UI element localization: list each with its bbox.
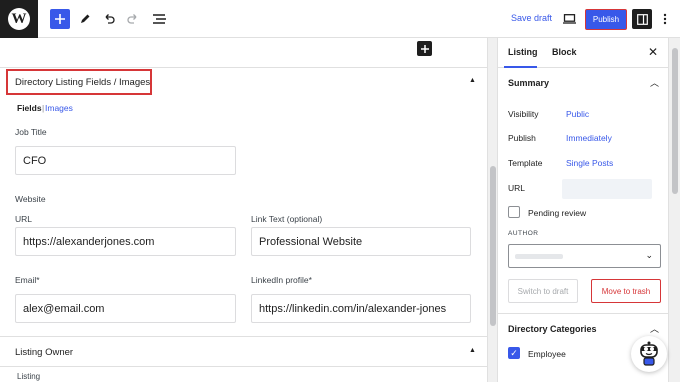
template-value[interactable]: Single Posts — [566, 158, 613, 168]
tab-separator: | — [42, 103, 45, 113]
preview-button[interactable] — [561, 9, 577, 29]
job-title-label: Job Title — [15, 127, 47, 137]
sidebar-scrollbar[interactable] — [668, 38, 680, 382]
directory-categories-title[interactable]: Directory Categories — [508, 324, 597, 334]
tab-block[interactable]: Block — [552, 47, 577, 57]
job-title-input[interactable]: CFO — [15, 146, 236, 175]
settings-sidebar: Listing Block ✕ Summary ︿ Visibility Pub… — [497, 38, 669, 382]
undo-button[interactable] — [101, 9, 117, 29]
add-block-button[interactable] — [417, 41, 432, 56]
tab-listing[interactable]: Listing — [508, 47, 538, 57]
listing-label: Listing — [17, 372, 41, 381]
chevron-up-icon[interactable]: ︿ — [650, 322, 659, 335]
tab-images[interactable]: Images — [45, 103, 73, 113]
pencil-icon — [81, 14, 90, 23]
chevron-up-icon[interactable]: ︿ — [650, 76, 659, 89]
publish-label: Publish — [508, 133, 536, 143]
author-value — [515, 254, 563, 259]
options-button[interactable] — [660, 9, 670, 29]
sidebar-icon — [636, 13, 648, 25]
active-tab-indicator — [504, 66, 537, 68]
author-select[interactable]: ⌄ — [508, 244, 661, 268]
helper-robot-icon[interactable] — [631, 336, 667, 372]
scrollbar-thumb[interactable] — [490, 166, 496, 326]
pending-review-checkbox[interactable] — [508, 206, 520, 218]
email-input[interactable]: alex@email.com — [15, 294, 236, 323]
metabox-title[interactable]: Directory Listing Fields / Images — [15, 77, 150, 88]
url-label: URL — [508, 183, 526, 193]
metabox-divider — [0, 336, 487, 337]
pending-review-label: Pending review — [528, 208, 587, 218]
metabox-divider — [0, 67, 487, 68]
sidebar-tabs: Listing Block ✕ — [498, 38, 669, 68]
switch-to-draft-button[interactable]: Switch to draft — [508, 279, 578, 303]
close-icon[interactable]: ✕ — [648, 45, 658, 59]
collapse-arrow-icon[interactable]: ▲ — [469, 77, 476, 84]
linkedin-input[interactable]: https://linkedin.com/in/alexander-jones — [251, 294, 471, 323]
link-text-label: Link Text (optional) — [251, 214, 323, 224]
tools-button[interactable] — [77, 9, 93, 29]
redo-icon — [127, 14, 137, 24]
summary-title[interactable]: Summary — [508, 78, 549, 88]
publish-button[interactable]: Publish — [585, 9, 627, 30]
section-divider — [498, 313, 669, 314]
undo-icon — [105, 14, 115, 24]
tab-fields[interactable]: Fields — [17, 103, 42, 113]
chevron-down-icon: ⌄ — [645, 250, 653, 260]
list-view-icon — [152, 14, 166, 24]
plus-icon — [55, 14, 65, 24]
save-draft-button[interactable]: Save draft — [511, 13, 552, 23]
email-label: Email* — [15, 275, 40, 285]
url-label: URL — [15, 214, 33, 224]
link-text-input[interactable]: Professional Website — [251, 227, 471, 256]
visibility-label: Visibility — [508, 109, 539, 119]
editor-scrollbar[interactable] — [487, 38, 497, 382]
listing-owner-title[interactable]: Listing Owner — [15, 347, 73, 358]
url-value[interactable] — [562, 179, 652, 199]
collapse-arrow-icon[interactable]: ▲ — [469, 347, 476, 354]
metabox-divider — [0, 366, 487, 367]
employee-label: Employee — [528, 349, 566, 359]
publish-date-value[interactable]: Immediately — [566, 133, 612, 143]
desktop-icon — [562, 14, 576, 24]
editor-toolbar: W Save draft Publish — [0, 0, 680, 38]
settings-toggle-button[interactable] — [632, 9, 652, 29]
url-input[interactable]: https://alexanderjones.com — [15, 227, 236, 256]
author-label: AUTHOR — [508, 230, 539, 237]
plus-icon — [420, 44, 429, 53]
employee-checkbox[interactable]: ✓ — [508, 347, 520, 359]
move-to-trash-button[interactable]: Move to trash — [591, 279, 661, 303]
linkedin-label: LinkedIn profile* — [251, 275, 312, 285]
robot-icon — [640, 341, 658, 366]
block-inserter-button[interactable] — [50, 9, 70, 29]
template-label: Template — [508, 158, 543, 168]
wordpress-logo-icon[interactable]: W — [0, 0, 38, 38]
visibility-value[interactable]: Public — [566, 109, 589, 119]
more-vertical-icon — [663, 13, 667, 25]
website-label: Website — [15, 194, 46, 204]
scrollbar-thumb[interactable] — [672, 48, 678, 194]
document-overview-button[interactable] — [151, 9, 167, 29]
redo-button[interactable] — [125, 9, 141, 29]
